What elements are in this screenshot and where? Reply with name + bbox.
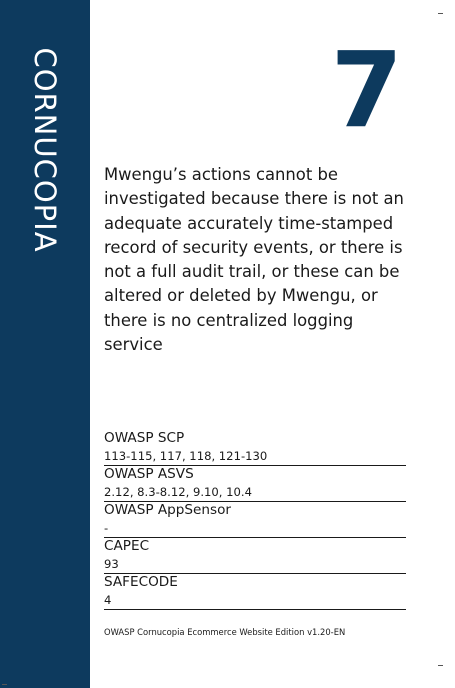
mapping-label: SAFECODE [104,574,178,590]
crop-mark-top-right [438,13,443,14]
brand-sidebar: CORNUCOPIA [0,0,90,688]
brand-title: CORNUCOPIA [28,47,62,253]
mapping-owasp-scp: OWASP SCP 113-115, 117, 118, 121-130 [104,430,406,466]
mapping-label: OWASP SCP [104,430,185,446]
mapping-value: - [104,521,109,535]
mapping-value: 93 [104,557,119,571]
crop-mark-bottom-right [438,665,443,666]
mappings-list: OWASP SCP 113-115, 117, 118, 121-130 OWA… [104,430,406,610]
mapping-value: 4 [104,593,112,607]
mapping-label: OWASP ASVS [104,466,194,482]
mapping-label: OWASP AppSensor [104,502,231,518]
mapping-owasp-appsensor: OWASP AppSensor - [104,502,406,538]
mapping-owasp-asvs: OWASP ASVS 2.12, 8.3-8.12, 9.10, 10.4 [104,466,406,502]
mapping-safecode: SAFECODE 4 [104,574,406,610]
card-number: 7 [330,29,403,151]
crop-mark-bottom-left [2,684,7,685]
mapping-value: 2.12, 8.3-8.12, 9.10, 10.4 [104,485,252,499]
mapping-label: CAPEC [104,538,150,554]
mapping-capec: CAPEC 93 [104,538,406,574]
edition-footer: OWASP Cornucopia Ecommerce Website Editi… [104,627,346,637]
mapping-value: 113-115, 117, 118, 121-130 [104,449,268,463]
card-description: Mwengu’s actions cannot be investigated … [104,165,404,355]
